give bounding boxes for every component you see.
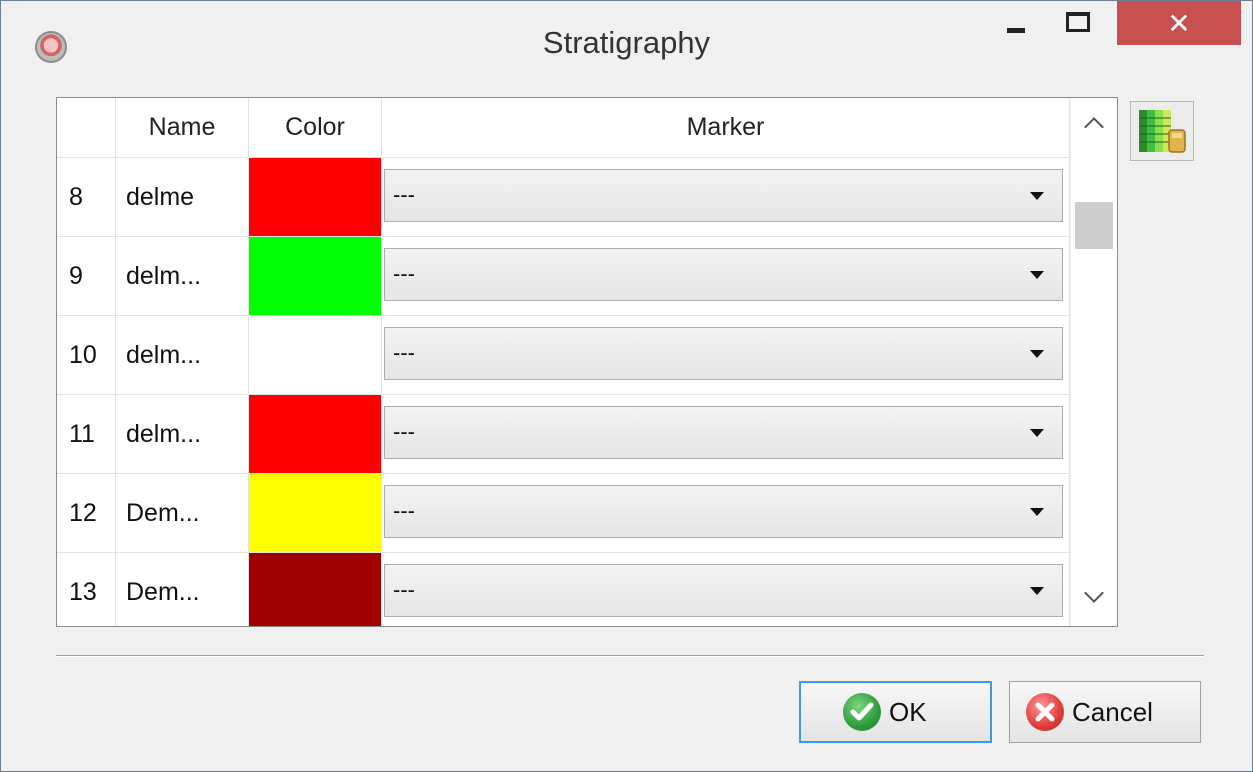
marker-dropdown[interactable]: ---: [384, 564, 1063, 617]
dialog-separator: [56, 655, 1204, 657]
ok-button[interactable]: OK: [799, 681, 992, 743]
marker-dropdown[interactable]: ---: [384, 485, 1063, 538]
row-name[interactable]: Dem...: [116, 553, 249, 626]
marker-value: ---: [393, 577, 415, 602]
row-number: 9: [57, 237, 116, 316]
scrollbar-thumb[interactable]: [1075, 202, 1113, 249]
table-row[interactable]: 10 delm... ---: [57, 316, 1070, 395]
table-row[interactable]: 8 delme ---: [57, 158, 1070, 237]
close-button[interactable]: ✕: [1117, 1, 1241, 45]
row-number: 12: [57, 474, 116, 553]
marker-value: ---: [393, 498, 415, 523]
row-marker-cell: ---: [382, 395, 1070, 474]
marker-dropdown[interactable]: ---: [384, 327, 1063, 380]
table-row[interactable]: 11 delm... ---: [57, 395, 1070, 474]
row-number: 10: [57, 316, 116, 395]
cancel-label: Cancel: [1072, 696, 1153, 727]
header-number: [57, 98, 116, 158]
scroll-down-icon[interactable]: [1084, 583, 1104, 603]
row-name[interactable]: delm...: [116, 395, 249, 474]
row-name[interactable]: Dem...: [116, 474, 249, 553]
dropdown-arrow-icon: [1030, 429, 1044, 437]
marker-dropdown[interactable]: ---: [384, 169, 1063, 222]
cancel-button[interactable]: Cancel: [1009, 681, 1201, 743]
title-bar: Stratigraphy ✕: [1, 1, 1252, 95]
dropdown-arrow-icon: [1030, 587, 1044, 595]
row-marker-cell: ---: [382, 553, 1070, 626]
row-color-swatch[interactable]: [249, 316, 382, 395]
maximize-icon: [1066, 12, 1090, 32]
header-name[interactable]: Name: [116, 98, 249, 158]
row-name[interactable]: delme: [116, 158, 249, 237]
marker-dropdown[interactable]: ---: [384, 406, 1063, 459]
row-color-swatch[interactable]: [249, 474, 382, 553]
checkmark-icon: [843, 693, 881, 731]
row-marker-cell: ---: [382, 237, 1070, 316]
dropdown-arrow-icon: [1030, 350, 1044, 358]
marker-value: ---: [393, 340, 415, 365]
ok-label: OK: [889, 696, 927, 727]
minimize-button[interactable]: [991, 1, 1041, 45]
row-color-swatch[interactable]: [249, 553, 382, 626]
stratigraphy-dialog: Stratigraphy ✕ Name Color Marker 8 delme…: [0, 0, 1253, 772]
vertical-scrollbar[interactable]: [1070, 98, 1117, 626]
row-number: 11: [57, 395, 116, 474]
row-number: 8: [57, 158, 116, 237]
maximize-button[interactable]: [1053, 1, 1103, 45]
row-color-swatch[interactable]: [249, 395, 382, 474]
header-marker[interactable]: Marker: [382, 98, 1070, 158]
stratigraphy-table: Name Color Marker 8 delme --- 9 delm...: [56, 97, 1118, 627]
table-grid: Name Color Marker 8 delme --- 9 delm...: [57, 98, 1070, 626]
dropdown-arrow-icon: [1030, 271, 1044, 279]
table-row[interactable]: 13 Dem... ---: [57, 553, 1070, 626]
row-color-swatch[interactable]: [249, 158, 382, 237]
dropdown-arrow-icon: [1030, 508, 1044, 516]
marker-value: ---: [393, 261, 415, 286]
row-marker-cell: ---: [382, 474, 1070, 553]
row-name[interactable]: delm...: [116, 316, 249, 395]
row-marker-cell: ---: [382, 158, 1070, 237]
marker-value: ---: [393, 182, 415, 207]
scroll-up-icon[interactable]: [1084, 117, 1104, 137]
cancel-x-icon: [1026, 693, 1064, 731]
stratigraphy-legend-icon: [1139, 110, 1186, 153]
dropdown-arrow-icon: [1030, 192, 1044, 200]
marker-dropdown[interactable]: ---: [384, 248, 1063, 301]
row-number: 13: [57, 553, 116, 626]
marker-value: ---: [393, 419, 415, 444]
stratigraphy-legend-button[interactable]: [1130, 101, 1194, 161]
row-name[interactable]: delm...: [116, 237, 249, 316]
minimize-icon: [1007, 27, 1025, 33]
row-color-swatch[interactable]: [249, 237, 382, 316]
table-row[interactable]: 12 Dem... ---: [57, 474, 1070, 553]
header-color[interactable]: Color: [249, 98, 382, 158]
close-icon: ✕: [1167, 7, 1191, 39]
row-marker-cell: ---: [382, 316, 1070, 395]
table-row[interactable]: 9 delm... ---: [57, 237, 1070, 316]
